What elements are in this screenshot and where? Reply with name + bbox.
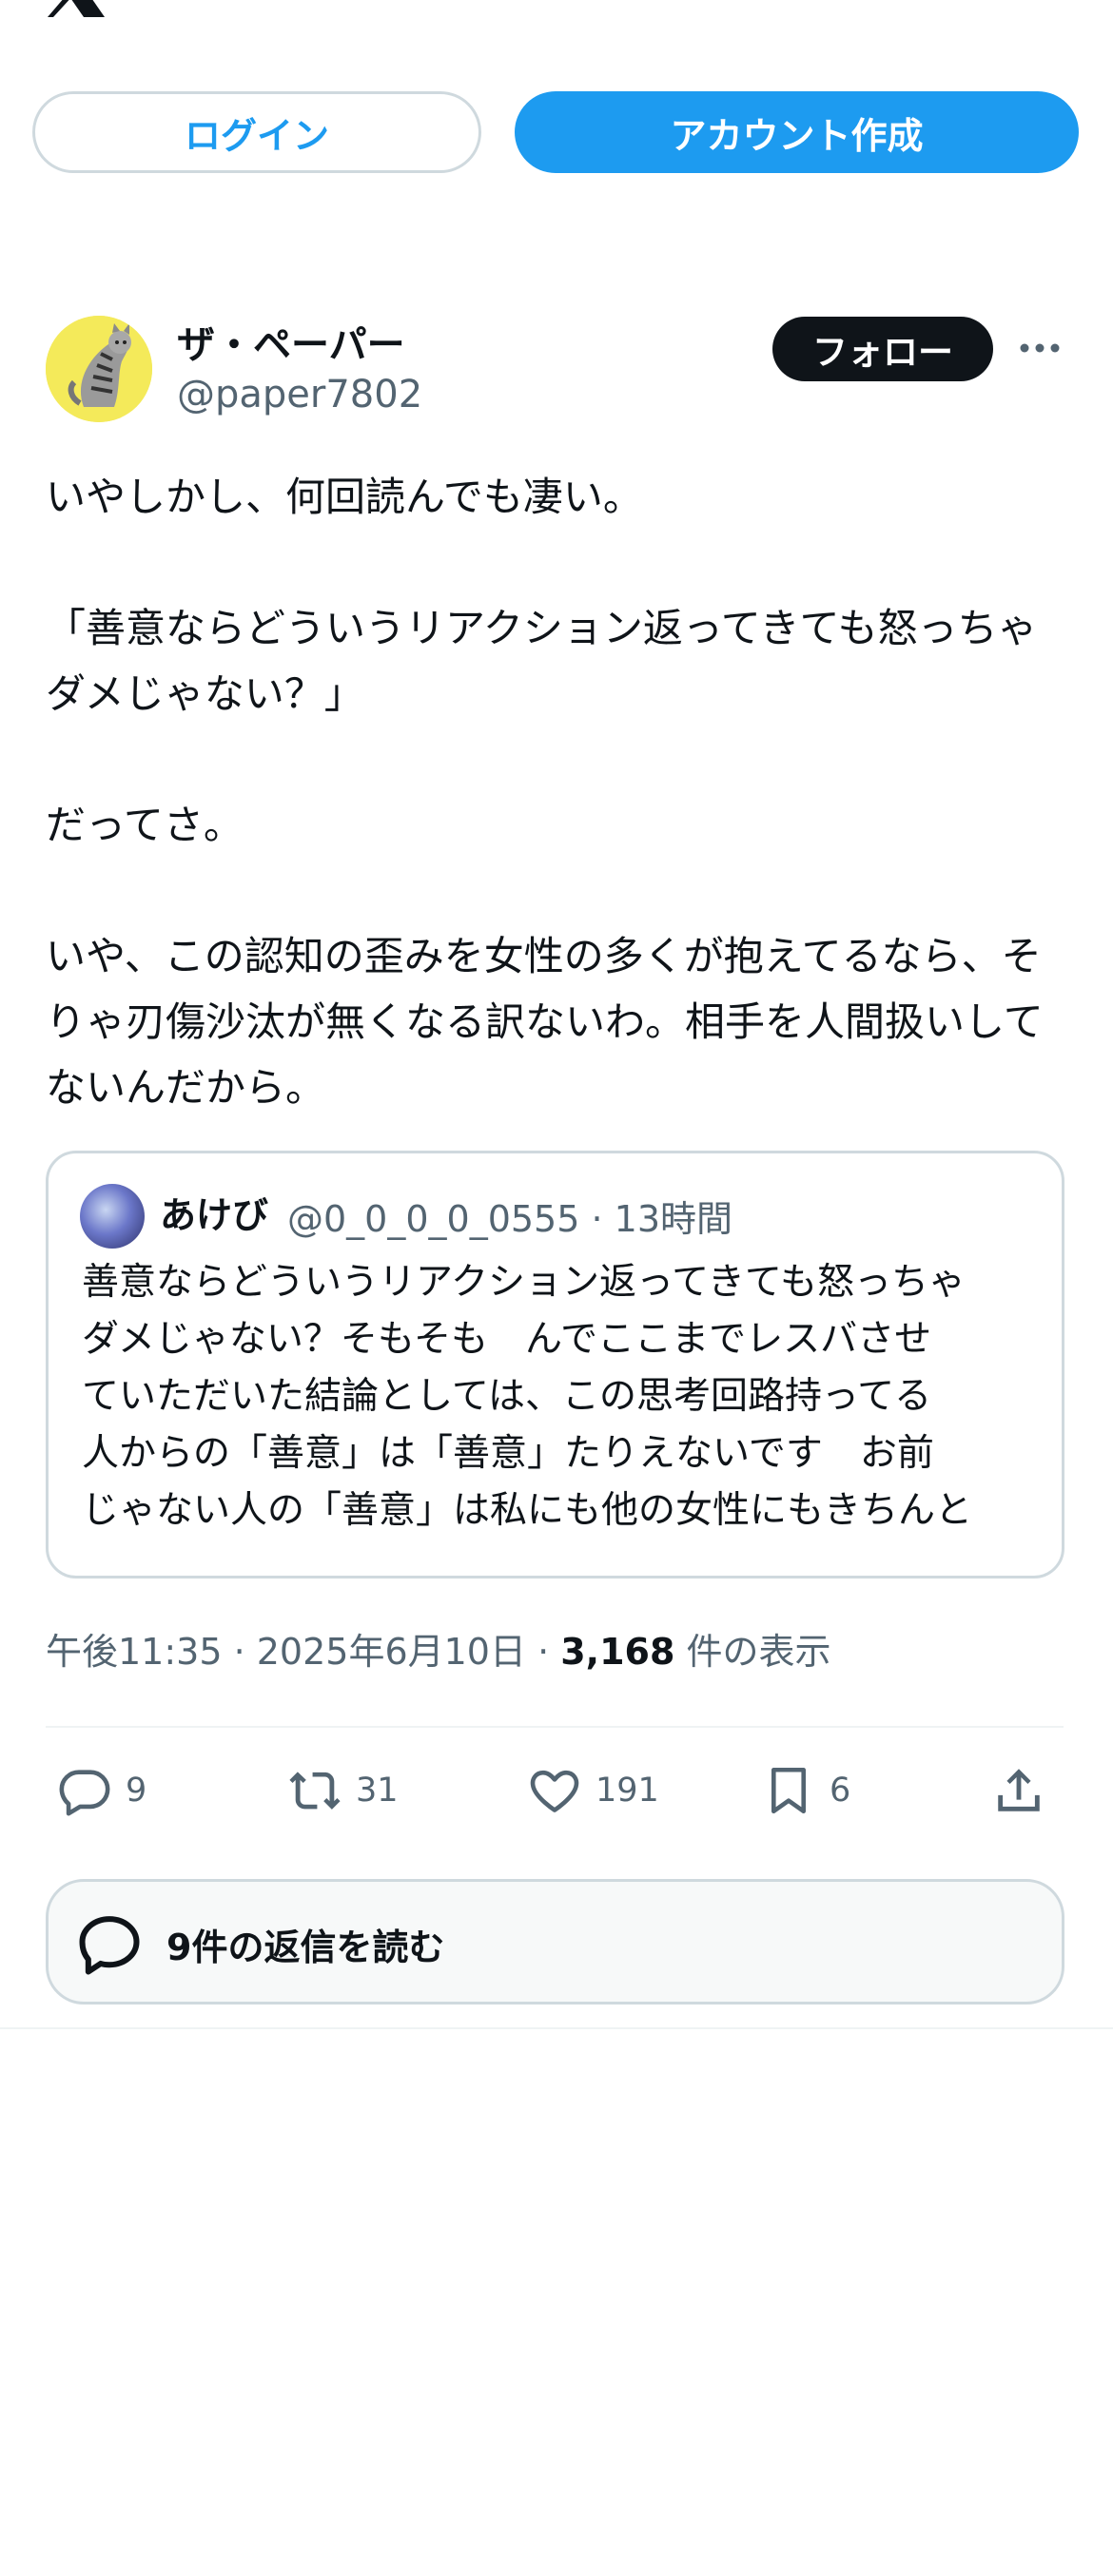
cat-avatar-image [46, 316, 152, 422]
speech-bubble-icon [79, 1916, 140, 1975]
quoted-post[interactable]: あけび @0_0_0_0_0555 · 13時間 善意ならどういうリアクション返… [46, 1151, 1064, 1579]
author-handle[interactable]: @paper7802 [177, 373, 422, 416]
bookmark-count: 6 [830, 1772, 851, 1810]
divider [46, 1726, 1064, 1728]
reply-icon [59, 1770, 110, 1816]
read-replies-button[interactable]: 9件の返信を読む [46, 1879, 1064, 2005]
reply-button[interactable]: 9 [57, 1759, 146, 1822]
reply-count: 9 [126, 1772, 147, 1810]
views-label: 件の表示 [674, 1631, 831, 1673]
post-text: いやしかし、何回読んでも凄い。 「善意ならどういうリアクション返ってきても怒っち… [46, 474, 1044, 1111]
quoted-author-name: あけび [160, 1194, 269, 1236]
bookmark-button[interactable]: 6 [761, 1759, 850, 1822]
quoted-text-line: じゃない人の「善意」は私にも他の女性にもきちんと [82, 1489, 973, 1532]
heart-icon [530, 1770, 579, 1812]
repost-button[interactable]: 31 [287, 1759, 399, 1822]
quoted-author-avatar [80, 1184, 145, 1249]
post-timestamp-views: 午後11:35 · 2025年6月10日 · 3,168 件の表示 [46, 1622, 831, 1675]
share-button[interactable] [991, 1759, 1060, 1822]
views-count: 3,168 [560, 1631, 675, 1673]
signup-button[interactable]: アカウント作成 [515, 91, 1079, 173]
repost-icon [289, 1772, 341, 1810]
more-options-icon[interactable] [1018, 329, 1062, 367]
divider [0, 2027, 1113, 2029]
like-button[interactable]: 191 [527, 1759, 659, 1822]
quoted-text-line: 人からの「善意」は「善意」たりえないです お前 [82, 1432, 934, 1475]
author-name[interactable]: ザ・ペーパー [177, 314, 405, 369]
like-count: 191 [596, 1772, 659, 1810]
author-avatar[interactable] [46, 316, 152, 422]
follow-button[interactable]: フォロー [772, 317, 993, 381]
quoted-author-handle-time: @0_0_0_0_0555 · 13時間 [287, 1198, 733, 1240]
quoted-text-line: ていただいた結論としては、この思考回路持ってる [82, 1375, 932, 1418]
post-timestamp[interactable]: 午後11:35 · 2025年6月10日 · [46, 1631, 560, 1673]
quoted-text-line: ダメじゃない？そもそも んでここまでレスバさせ [82, 1318, 932, 1361]
quoted-text-line: 善意ならどういうリアクション返ってきても怒っちゃ [82, 1261, 966, 1304]
repost-count: 31 [356, 1772, 399, 1810]
quoted-post-text: 善意ならどういうリアクション返ってきても怒っちゃ ダメじゃない？そもそも んでこ… [82, 1254, 1033, 1540]
login-button[interactable]: ログイン [32, 91, 481, 173]
read-replies-label: 9件の返信を読む [166, 1927, 445, 1968]
x-logo-icon[interactable] [46, 0, 108, 17]
bookmark-icon [771, 1767, 807, 1814]
share-icon [998, 1769, 1040, 1811]
